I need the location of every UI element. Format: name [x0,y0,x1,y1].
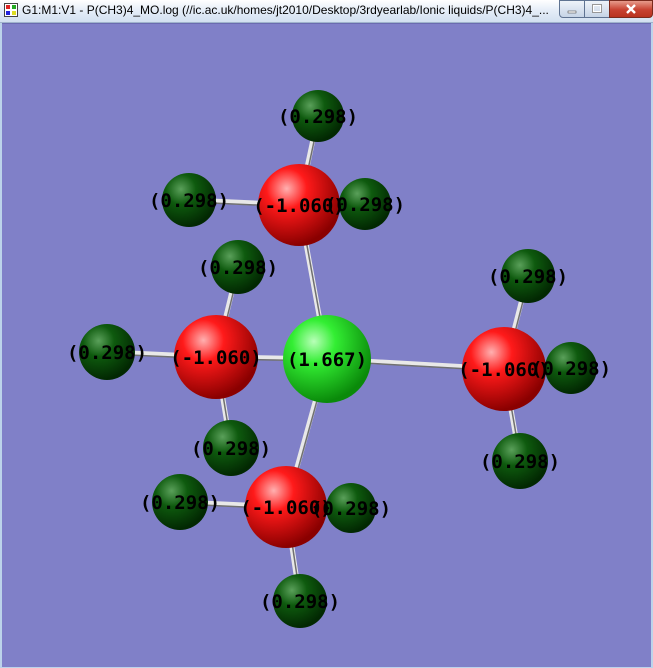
window-title: G1:M1:V1 - P(CH3)4_MO.log (//ic.ac.uk/ho… [22,3,549,17]
minimize-icon [567,10,577,14]
charge-label: (0.298) [140,492,220,514]
charge-label: (0.298) [191,438,271,460]
gaussview-window: G1:M1:V1 - P(CH3)4_MO.log (//ic.ac.uk/ho… [0,0,653,668]
charge-label: (0.298) [198,257,278,279]
charge-label-layer: (1.667)(-1.060)(-1.060)(-1.060)(-1.060)(… [67,106,611,613]
close-icon [626,4,636,14]
charge-label: (0.298) [531,358,611,380]
charge-label: (0.298) [311,498,391,520]
maximize-button[interactable] [584,0,610,18]
molecule-canvas[interactable]: (1.667)(-1.060)(-1.060)(-1.060)(-1.060)(… [2,24,651,667]
minimize-button[interactable] [559,0,585,18]
charge-label: (-1.060) [170,347,262,369]
charge-label: (0.298) [480,451,560,473]
charge-label: (0.298) [278,106,358,128]
molecule-viewport[interactable]: (1.667) (-1.060) (-1.060) (-1.060) (-1.060)(… [2,23,651,667]
close-button[interactable] [609,0,653,18]
charge-label: (0.298) [488,266,568,288]
charge-label: (0.298) [325,194,405,216]
maximize-icon [592,4,602,13]
app-icon [4,3,18,17]
charge-label: (0.298) [67,342,147,364]
charge-label: (0.298) [149,190,229,212]
title-bar[interactable]: G1:M1:V1 - P(CH3)4_MO.log (//ic.ac.uk/ho… [0,0,653,23]
charge-label: (1.667) [287,349,367,371]
charge-label: (0.298) [260,591,340,613]
